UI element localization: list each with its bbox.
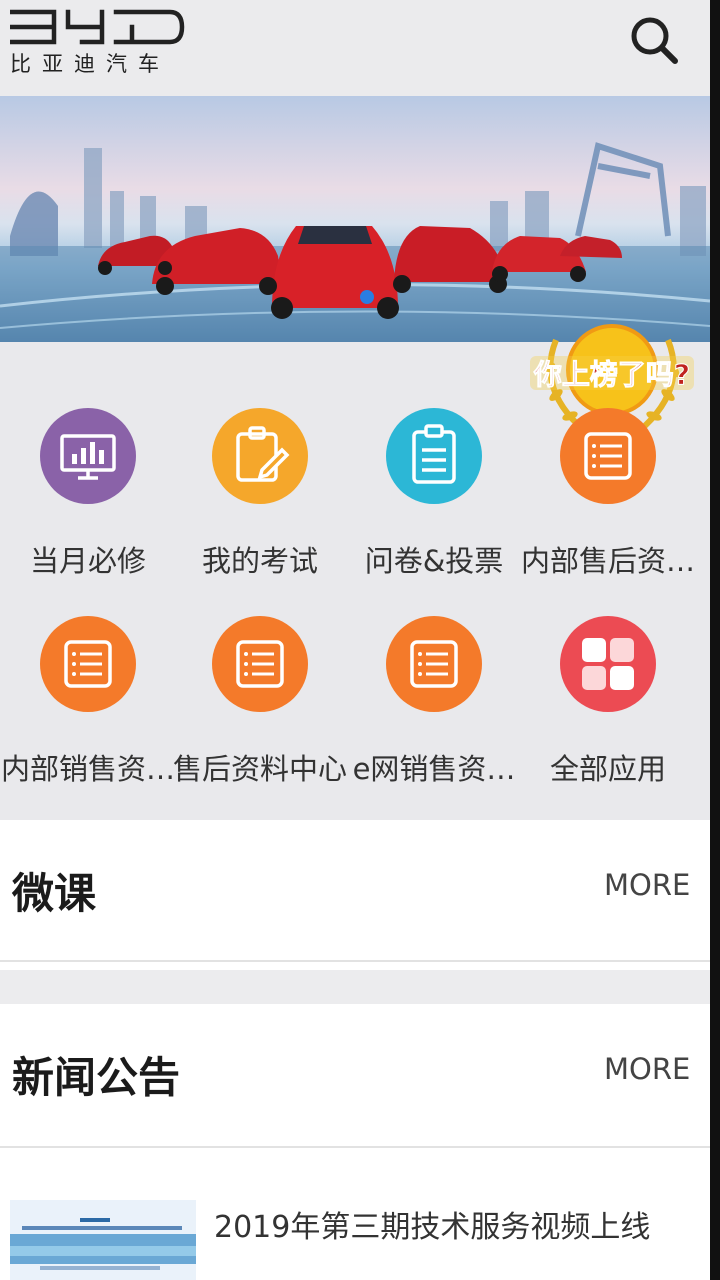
app-screen: 比亚迪汽车 你上榜了吗? 当月必修 我的考试 问卷&投票 内部售后资… 内部销售… <box>0 0 710 1280</box>
screen-edge <box>710 0 720 1280</box>
news-item[interactable]: 2019年第三期技术服务视频上线 <box>0 1158 710 1280</box>
section-gap <box>0 970 710 1004</box>
app-label: 售后资料中心 <box>172 752 347 786</box>
spacer <box>0 962 710 970</box>
microcourse-section: 微课 MORE <box>0 820 710 960</box>
app-label: 内部销售资… <box>0 752 175 786</box>
app-item-all-apps[interactable]: 全部应用 <box>520 550 696 786</box>
app-item-monthly-required[interactable]: 当月必修 <box>0 342 176 578</box>
news-section: 新闻公告 MORE <box>0 1004 710 1146</box>
app-item-my-exam[interactable]: 我的考试 <box>172 342 348 578</box>
app-grid: 当月必修 我的考试 问卷&投票 内部售后资… 内部销售资… 售后资料中心 e网销… <box>0 342 710 818</box>
document-list-icon <box>40 616 136 712</box>
app-label: 全部应用 <box>549 752 666 786</box>
search-icon[interactable] <box>628 14 680 66</box>
app-item-enet-sales[interactable]: e网销售资… <box>346 550 522 786</box>
section-title: 微课 <box>12 869 97 918</box>
app-label: e网销售资… <box>352 752 516 786</box>
app-item-internal-sales[interactable]: 内部销售资… <box>0 550 176 786</box>
more-link[interactable]: MORE <box>604 1052 690 1086</box>
news-title: 2019年第三期技术服务视频上线 <box>214 1210 651 1245</box>
app-item-survey-vote[interactable]: 问卷&投票 <box>346 342 522 578</box>
more-link[interactable]: MORE <box>604 868 690 902</box>
section-title: 新闻公告 <box>12 1053 181 1102</box>
clipboard-list-icon <box>386 408 482 504</box>
document-list-icon <box>386 616 482 712</box>
banner-page-indicator[interactable] <box>360 290 374 304</box>
app-item-internal-aftersales[interactable]: 内部售后资… <box>520 342 696 578</box>
news-thumbnail <box>10 1200 196 1280</box>
clipboard-pen-icon <box>212 408 308 504</box>
spacer <box>0 1148 710 1158</box>
document-list-icon <box>560 408 656 504</box>
grid-apps-icon <box>560 616 656 712</box>
document-list-icon <box>212 616 308 712</box>
chart-monitor-icon <box>40 408 136 504</box>
app-item-aftersales-center[interactable]: 售后资料中心 <box>172 550 348 786</box>
top-header: 比亚迪汽车 <box>0 0 710 96</box>
brand-subtitle: 比亚迪汽车 <box>10 52 170 76</box>
